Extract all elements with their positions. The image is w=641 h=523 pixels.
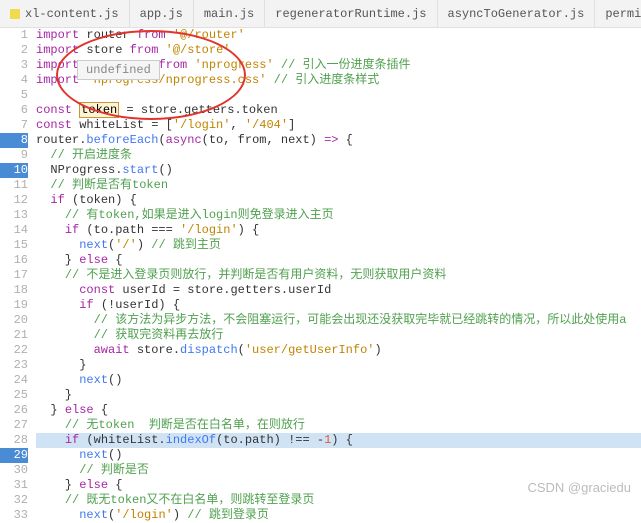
code-line[interactable]: next(): [36, 373, 641, 388]
code-line[interactable]: // 判断是否有token: [36, 178, 641, 193]
code-line[interactable]: if (whiteList.indexOf(to.path) !== -1) {: [36, 433, 641, 448]
line-number[interactable]: 3: [0, 58, 28, 73]
line-number[interactable]: 13: [0, 208, 28, 223]
line-number[interactable]: 25: [0, 388, 28, 403]
line-number[interactable]: 5: [0, 88, 28, 103]
tab-label: app.js: [140, 7, 183, 21]
line-number[interactable]: 27: [0, 418, 28, 433]
tab-label: main.js: [204, 7, 254, 21]
code-line[interactable]: } else {: [36, 403, 641, 418]
line-number[interactable]: 31: [0, 478, 28, 493]
code-line[interactable]: } else {: [36, 478, 641, 493]
line-number[interactable]: 4: [0, 73, 28, 88]
line-number[interactable]: 18: [0, 283, 28, 298]
code-line[interactable]: const token = store.getters.token: [36, 103, 641, 118]
code-line[interactable]: import router from '@/router': [36, 28, 641, 43]
line-number[interactable]: 22: [0, 343, 28, 358]
code-line[interactable]: const whiteList = ['/login', '/404']: [36, 118, 641, 133]
tab-label: permission.js: [605, 7, 641, 21]
line-number[interactable]: 9: [0, 148, 28, 163]
code-line[interactable]: import store from '@/store': [36, 43, 641, 58]
line-number[interactable]: 10: [0, 163, 28, 178]
line-number[interactable]: 23: [0, 358, 28, 373]
hover-tooltip: undefined: [77, 60, 160, 80]
code-line[interactable]: const userId = store.getters.userId: [36, 283, 641, 298]
line-number[interactable]: 33: [0, 508, 28, 523]
code-editor[interactable]: 1234567891011121314151617181920212223242…: [0, 28, 641, 501]
code-line[interactable]: router.beforeEach(async(to, from, next) …: [36, 133, 641, 148]
line-number-gutter: 1234567891011121314151617181920212223242…: [0, 28, 36, 501]
line-number[interactable]: 6: [0, 103, 28, 118]
code-line[interactable]: next('/login') // 跳到登录页: [36, 508, 641, 523]
line-number[interactable]: 29: [0, 448, 28, 463]
line-number[interactable]: 30: [0, 463, 28, 478]
code-line[interactable]: next(): [36, 448, 641, 463]
line-number[interactable]: 1: [0, 28, 28, 43]
tab-permission[interactable]: permission.js: [595, 0, 641, 27]
code-line[interactable]: // 无token 判断是否在白名单，在则放行: [36, 418, 641, 433]
line-number[interactable]: 28: [0, 433, 28, 448]
line-number[interactable]: 14: [0, 223, 28, 238]
tab-regenerator[interactable]: regeneratorRuntime.js: [265, 0, 437, 27]
line-number[interactable]: 17: [0, 268, 28, 283]
tab-bar: xl-content.js app.js main.js regenerator…: [0, 0, 641, 28]
tab-main[interactable]: main.js: [194, 0, 265, 27]
code-line[interactable]: // 不是进入登录页则放行，并判断是否有用户资料，无则获取用户资料: [36, 268, 641, 283]
line-number[interactable]: 20: [0, 313, 28, 328]
code-line[interactable]: // 获取完资料再去放行: [36, 328, 641, 343]
code-area[interactable]: undefined import router from '@/router'i…: [36, 28, 641, 501]
line-number[interactable]: 15: [0, 238, 28, 253]
js-file-icon: [10, 9, 20, 19]
line-number[interactable]: 24: [0, 373, 28, 388]
line-number[interactable]: 19: [0, 298, 28, 313]
tab-app[interactable]: app.js: [130, 0, 194, 27]
line-number[interactable]: 8: [0, 133, 28, 148]
line-number[interactable]: 12: [0, 193, 28, 208]
code-line[interactable]: // 该方法为异步方法，不会阻塞运行，可能会出现还没获取完毕就已经跳转的情况，所…: [36, 313, 641, 328]
code-line[interactable]: }: [36, 388, 641, 403]
line-number[interactable]: 7: [0, 118, 28, 133]
tab-asynctogen[interactable]: asyncToGenerator.js: [438, 0, 596, 27]
line-number[interactable]: 2: [0, 43, 28, 58]
code-line[interactable]: if (!userId) {: [36, 298, 641, 313]
code-line[interactable]: }: [36, 358, 641, 373]
line-number[interactable]: 16: [0, 253, 28, 268]
code-line[interactable]: next('/') // 跳到主页: [36, 238, 641, 253]
line-number[interactable]: 21: [0, 328, 28, 343]
code-line[interactable]: // 有token,如果是进入login则免登录进入主页: [36, 208, 641, 223]
code-line[interactable]: } else {: [36, 253, 641, 268]
tab-label: regeneratorRuntime.js: [275, 7, 426, 21]
tab-xl-content[interactable]: xl-content.js: [0, 0, 130, 27]
code-line[interactable]: [36, 88, 641, 103]
line-number[interactable]: 26: [0, 403, 28, 418]
code-line[interactable]: // 判断是否: [36, 463, 641, 478]
code-line[interactable]: await store.dispatch('user/getUserInfo'): [36, 343, 641, 358]
tab-label: xl-content.js: [25, 7, 119, 21]
code-line[interactable]: if (to.path === '/login') {: [36, 223, 641, 238]
code-line[interactable]: if (token) {: [36, 193, 641, 208]
code-line[interactable]: NProgress.start(): [36, 163, 641, 178]
tab-label: asyncToGenerator.js: [448, 7, 585, 21]
code-line[interactable]: // 开启进度条: [36, 148, 641, 163]
line-number[interactable]: 11: [0, 178, 28, 193]
